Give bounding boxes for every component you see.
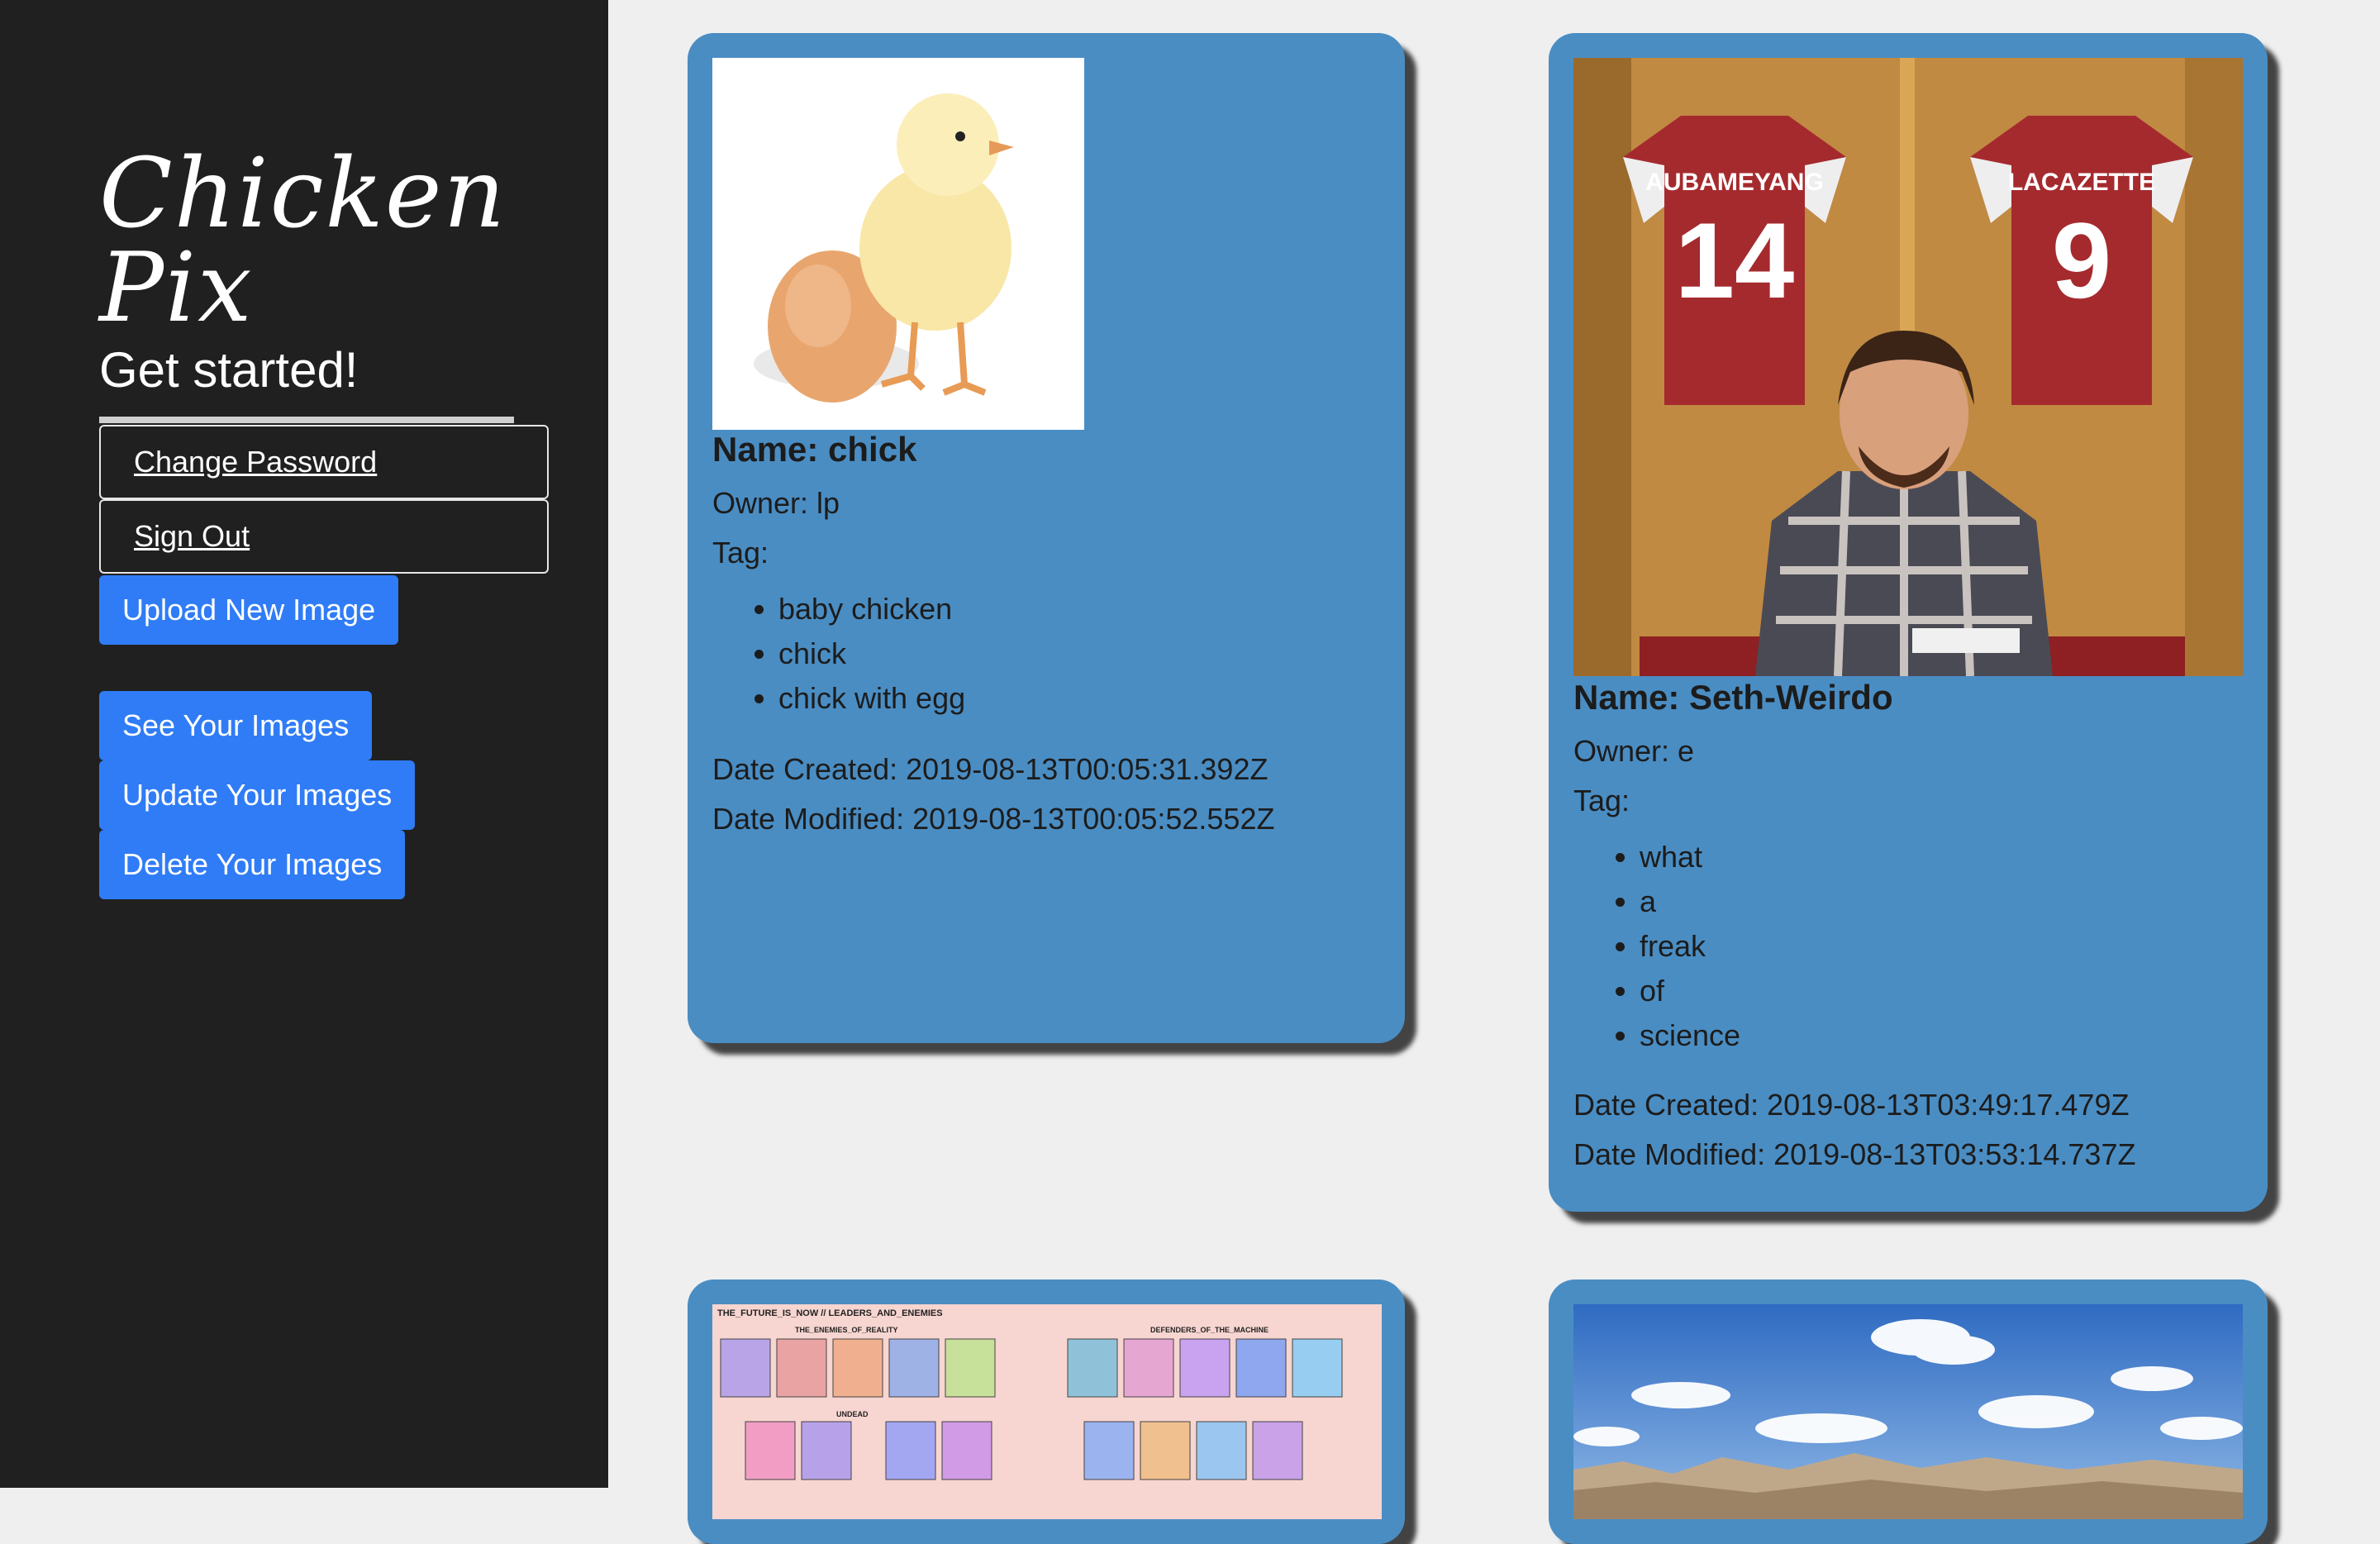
delete-your-images-button[interactable]: Delete Your Images (99, 830, 406, 899)
chick-illustration (754, 93, 1014, 403)
card-date-created: Date Created: 2019-08-13T00:05:31.392Z (712, 752, 1269, 786)
card-date-created: Date Created: 2019-08-13T03:49:17.479Z (1573, 1088, 2130, 1122)
sign-out-label: Sign Out (134, 519, 250, 553)
locker-room-photo: AUBAMEYANG 14 LACAZETTE 9 (1573, 58, 2243, 676)
jersey-right-name: LACAZETTE (2008, 169, 2155, 196)
tag-item: freak (1640, 924, 1740, 969)
card-name: Name: Seth-Weirdo (1573, 678, 1893, 717)
image-card-poster: THE_FUTURE_IS_NOW // LEADERS_AND_ENEMIES… (688, 1280, 1405, 1544)
seth-weirdo-image[interactable]: AUBAMEYANG 14 LACAZETTE 9 (1573, 58, 2243, 676)
card-owner: Owner: e (1573, 734, 1695, 768)
card-date-modified: Date Modified: 2019-08-13T03:53:14.737Z (1573, 1137, 2136, 1171)
update-your-images-button[interactable]: Update Your Images (99, 760, 416, 830)
tag-item: a (1640, 879, 1740, 924)
poster-image[interactable]: THE_FUTURE_IS_NOW // LEADERS_AND_ENEMIES… (712, 1304, 1382, 1519)
jersey-left-number: 14 (1675, 200, 1795, 321)
tag-item: what (1640, 835, 1740, 879)
card-owner: Owner: lp (712, 486, 840, 520)
sign-out-button[interactable]: Sign Out (99, 499, 549, 574)
tag-list: what a freak of science (1573, 835, 1740, 1058)
tag-list: baby chicken chick chick with egg (712, 587, 965, 721)
app-logo: Chicken Pix (99, 138, 507, 344)
tag-item: chick with egg (778, 676, 965, 721)
landscape-image[interactable] (1573, 1304, 2243, 1519)
upload-new-image-button[interactable]: Upload New Image (99, 575, 399, 645)
change-password-button[interactable]: Change Password (99, 425, 549, 499)
card-date-modified: Date Modified: 2019-08-13T00:05:52.552Z (712, 802, 1275, 836)
poster-left-heading: THE_ENEMIES_OF_REALITY (795, 1326, 898, 1334)
card-name: Name: chick (712, 430, 917, 469)
tag-item: baby chicken (778, 587, 965, 631)
card-tag-label: Tag: (712, 536, 769, 569)
tag-item: of (1640, 969, 1740, 1013)
poster-title: THE_FUTURE_IS_NOW // LEADERS_AND_ENEMIES (717, 1308, 943, 1318)
tag-item: chick (778, 631, 965, 676)
change-password-label: Change Password (134, 445, 378, 479)
poster-mid-heading: UNDEAD (836, 1410, 869, 1418)
tag-item: science (1640, 1013, 1740, 1058)
character-poster: THE_FUTURE_IS_NOW // LEADERS_AND_ENEMIES… (712, 1304, 1382, 1519)
image-card-chick: Name: chick Owner: lp Tag: baby chicken … (688, 33, 1405, 1043)
jersey-right-number: 9 (2052, 200, 2111, 321)
sidebar: Chicken Pix Get started! Change Password… (0, 0, 608, 1488)
image-card-seth-weirdo: AUBAMEYANG 14 LACAZETTE 9 Name: Seth-Wei… (1549, 33, 2268, 1212)
get-started-heading: Get started! (99, 342, 359, 398)
sidebar-divider (99, 417, 514, 423)
badlands-photo (1573, 1304, 2243, 1519)
poster-right-heading: DEFENDERS_OF_THE_MACHINE (1150, 1326, 1269, 1334)
jersey-left-name: AUBAMEYANG (1645, 169, 1824, 196)
card-tag-label: Tag: (1573, 784, 1630, 817)
chick-image[interactable] (712, 58, 1084, 430)
see-your-images-button[interactable]: See Your Images (99, 691, 373, 760)
image-card-landscape (1549, 1280, 2268, 1544)
